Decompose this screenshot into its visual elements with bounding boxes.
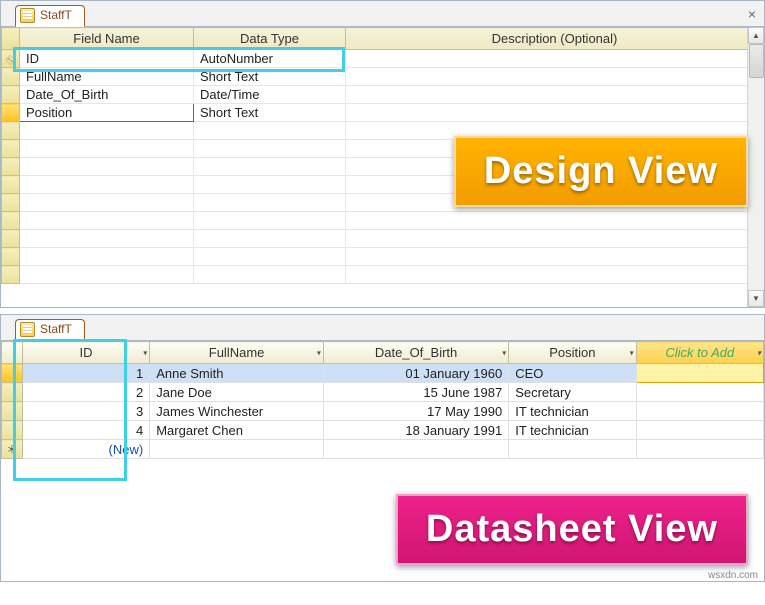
design-row-empty[interactable]	[2, 266, 764, 284]
description-cell[interactable]	[346, 104, 764, 122]
table-icon	[20, 322, 35, 337]
cell-new[interactable]	[636, 421, 763, 440]
datasheet-row[interactable]: 2 Jane Doe 15 June 1987 Secretary	[2, 383, 764, 402]
cell-dob[interactable]: 17 May 1990	[323, 402, 508, 421]
cell-dob[interactable]: 01 January 1960	[323, 364, 508, 383]
datasheet-col-fullname[interactable]: FullName▾	[150, 342, 324, 364]
design-col-datatype[interactable]: Data Type	[194, 28, 346, 50]
cell-id[interactable]: 2	[22, 383, 149, 402]
design-vertical-scrollbar[interactable]: ▲ ▼	[747, 27, 764, 307]
chevron-down-icon[interactable]: ▾	[630, 348, 634, 357]
scroll-down-icon[interactable]: ▼	[748, 290, 764, 307]
cell-dob[interactable]: 18 January 1991	[323, 421, 508, 440]
field-name-cell[interactable]: Position	[20, 104, 194, 122]
description-cell[interactable]	[346, 50, 764, 68]
design-row-empty[interactable]	[2, 248, 764, 266]
datasheet-view-callout: Datasheet View	[396, 494, 748, 565]
cell-position[interactable]: IT technician	[509, 402, 636, 421]
design-view-panel: StaffT × Field Name Data Type Descriptio…	[0, 0, 765, 308]
datasheet-row[interactable]: 4 Margaret Chen 18 January 1991 IT techn…	[2, 421, 764, 440]
datasheet-tab-label: StaffT	[40, 322, 72, 336]
watermark: wsxdn.com	[708, 570, 758, 581]
table-icon	[20, 8, 35, 23]
row-selector[interactable]	[2, 86, 20, 104]
row-selector[interactable]	[2, 364, 23, 383]
datasheet-tab[interactable]: StaffT	[15, 319, 85, 341]
cell-position[interactable]: Secretary	[509, 383, 636, 402]
row-selector[interactable]	[2, 421, 23, 440]
datasheet-col-id[interactable]: ID▾	[22, 342, 149, 364]
data-type-cell[interactable]: AutoNumber	[194, 50, 346, 68]
data-type-cell[interactable]: Short Text	[194, 104, 346, 122]
design-row[interactable]: ⚿ ID AutoNumber	[2, 50, 764, 68]
design-row-empty[interactable]	[2, 212, 764, 230]
description-cell[interactable]	[346, 68, 764, 86]
design-corner-cell[interactable]	[2, 28, 20, 50]
design-tab[interactable]: StaffT	[15, 5, 85, 27]
row-selector[interactable]	[2, 402, 23, 421]
row-selector[interactable]	[2, 383, 23, 402]
chevron-down-icon[interactable]: ▾	[317, 348, 321, 357]
cell-new[interactable]	[636, 402, 763, 421]
scroll-thumb[interactable]	[749, 44, 764, 78]
datasheet-view-panel: StaffT ID▾ FullName▾ Date_Of_Birth▾ Posi…	[0, 314, 765, 582]
cell-id[interactable]: 3	[22, 402, 149, 421]
cell-name[interactable]: James Winchester	[150, 402, 324, 421]
cell-name[interactable]	[150, 440, 324, 459]
design-col-description[interactable]: Description (Optional)	[346, 28, 764, 50]
cell-dob[interactable]: 15 June 1987	[323, 383, 508, 402]
field-name-cell[interactable]: FullName	[20, 68, 194, 86]
design-row-empty[interactable]	[2, 230, 764, 248]
datasheet-row[interactable]: 1 Anne Smith 01 January 1960 CEO	[2, 364, 764, 383]
row-selector[interactable]	[2, 104, 20, 122]
datasheet-new-row[interactable]: ＊ (New)	[2, 440, 764, 459]
cell-name[interactable]: Jane Doe	[150, 383, 324, 402]
cell-position[interactable]: CEO	[509, 364, 636, 383]
cell-new[interactable]	[636, 383, 763, 402]
design-row[interactable]: FullName Short Text	[2, 68, 764, 86]
chevron-down-icon[interactable]: ▾	[502, 348, 506, 357]
cell-id[interactable]: 4	[22, 421, 149, 440]
datasheet-table[interactable]: ID▾ FullName▾ Date_Of_Birth▾ Position▾ C…	[1, 341, 764, 459]
datasheet-col-dob[interactable]: Date_Of_Birth▾	[323, 342, 508, 364]
design-row[interactable]: Date_Of_Birth Date/Time	[2, 86, 764, 104]
row-selector-new[interactable]: ＊	[2, 440, 23, 459]
cell-new[interactable]	[636, 440, 763, 459]
datasheet-corner-cell[interactable]	[2, 342, 23, 364]
cell-position[interactable]	[509, 440, 636, 459]
cell-name[interactable]: Anne Smith	[150, 364, 324, 383]
chevron-down-icon[interactable]: ▾	[143, 348, 147, 357]
close-icon[interactable]: ×	[748, 7, 756, 21]
row-selector[interactable]	[2, 68, 20, 86]
design-view-callout: Design View	[454, 136, 748, 207]
cell-position[interactable]: IT technician	[509, 421, 636, 440]
cell-id-new[interactable]: (New)	[22, 440, 149, 459]
design-tab-bar: StaffT ×	[1, 1, 764, 27]
primary-key-icon: ⚿	[4, 54, 17, 67]
design-row[interactable]: Position Short Text	[2, 104, 764, 122]
cell-id[interactable]: 1	[22, 364, 149, 383]
datasheet-click-to-add[interactable]: Click to Add▾	[636, 342, 763, 364]
design-tab-label: StaffT	[40, 8, 72, 22]
design-col-fieldname[interactable]: Field Name	[20, 28, 194, 50]
datasheet-col-position[interactable]: Position▾	[509, 342, 636, 364]
cell-new[interactable]	[636, 364, 763, 383]
cell-name[interactable]: Margaret Chen	[150, 421, 324, 440]
scroll-up-icon[interactable]: ▲	[748, 27, 764, 44]
description-cell[interactable]	[346, 86, 764, 104]
field-name-cell[interactable]: ID	[20, 50, 194, 68]
field-name-cell[interactable]: Date_Of_Birth	[20, 86, 194, 104]
datasheet-row[interactable]: 3 James Winchester 17 May 1990 IT techni…	[2, 402, 764, 421]
datasheet-grid: ID▾ FullName▾ Date_Of_Birth▾ Position▾ C…	[1, 341, 764, 581]
chevron-down-icon[interactable]: ▾	[757, 348, 761, 357]
datasheet-tab-bar: StaffT	[1, 315, 764, 341]
cell-dob[interactable]	[323, 440, 508, 459]
data-type-cell[interactable]: Short Text	[194, 68, 346, 86]
row-selector[interactable]: ⚿	[2, 50, 20, 68]
new-row-icon: ＊	[6, 444, 17, 456]
data-type-cell[interactable]: Date/Time	[194, 86, 346, 104]
design-grid: Field Name Data Type Description (Option…	[1, 27, 764, 307]
